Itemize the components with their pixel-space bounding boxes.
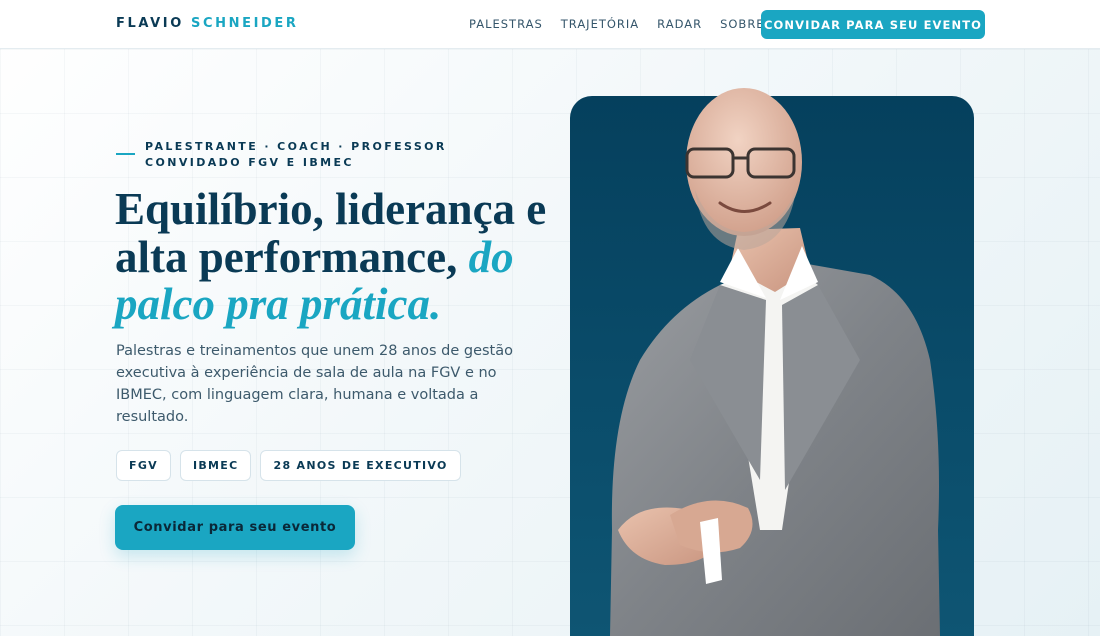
main-nav: PALESTRAS TRAJETÓRIA RADAR SOBRE [469,17,783,31]
tag-ibmec: IBMEC [179,450,252,481]
hero-lead-paragraph: Palestras e treinamentos que unem 28 ano… [116,343,514,425]
headline-accent-b: palco pra prática. [115,279,442,329]
tag-fgv: FGV [116,450,171,481]
brand-last-name: SCHNEIDER [191,16,299,31]
speaker-portrait [610,88,940,636]
hero-headline: Equilíbrio, liderança e alta performance… [115,184,555,329]
eyebrow-accent-line [116,153,135,155]
header-invite-button[interactable]: CONVIDAR PARA SEU EVENTO [761,10,985,39]
nav-link-sobre[interactable]: SOBRE [720,17,765,31]
tag-executive-years: 28 ANOS DE EXECUTIVO [260,450,461,481]
site-header: FLAVIO SCHNEIDER PALESTRAS TRAJETÓRIA RA… [0,0,1100,49]
eyebrow-text: PALESTRANTE · COACH · PROFESSOR CONVIDAD… [145,140,447,169]
brand-first-name: FLAVIO [116,16,184,31]
hero-invite-button[interactable]: Convidar para seu evento [115,505,355,550]
credential-tags: FGV IBMEC 28 ANOS DE EXECUTIVO [116,450,461,481]
headline-accent-a: do [468,231,514,282]
nav-link-trajetoria[interactable]: TRAJETÓRIA [561,17,639,31]
headline-line-2: alta performance, [115,231,469,282]
hero-eyebrow: PALESTRANTE · COACH · PROFESSOR CONVIDAD… [116,139,546,171]
headline-line-1: Equilíbrio, liderança e [115,184,547,234]
nav-link-palestras[interactable]: PALESTRAS [469,17,543,31]
brand-logo[interactable]: FLAVIO SCHNEIDER [116,16,299,31]
nav-link-radar[interactable]: RADAR [657,17,702,31]
